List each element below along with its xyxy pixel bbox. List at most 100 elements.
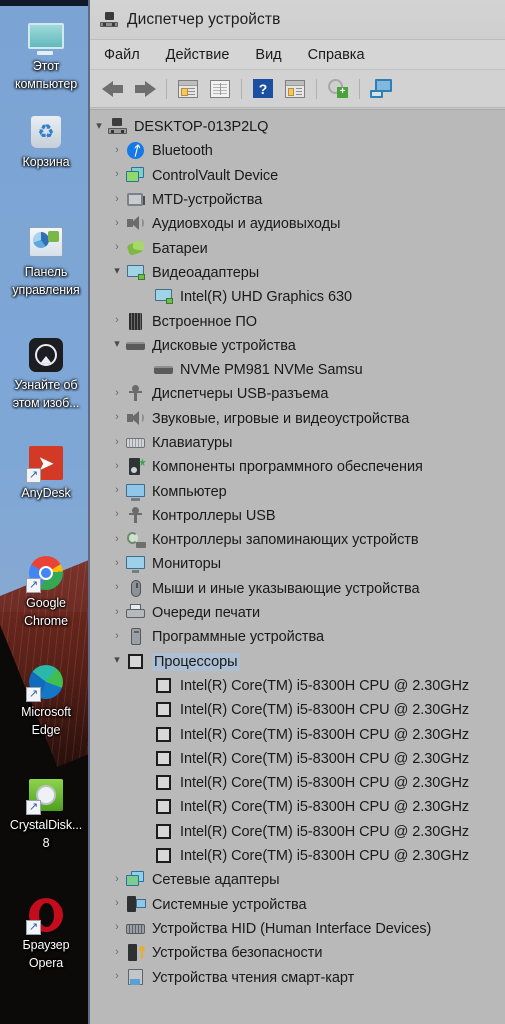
desktop-icon-google-chrome[interactable]: ↗ Google Chrome [0,553,92,629]
chevron-right-icon[interactable]: › [108,582,126,593]
tree-node[interactable]: › Устройства чтения смарт-карт [90,965,505,989]
tree-node[interactable]: › Мониторы [90,552,505,576]
menu-file[interactable]: Файл [103,45,141,65]
chevron-right-icon[interactable]: › [108,460,126,472]
tree-node-label: Intel(R) Core(TM) i5-8300H CPU @ 2.30GHz [180,775,470,792]
computer-node-icon [108,118,128,136]
menu-help[interactable]: Справка [307,45,366,65]
help-button[interactable]: ? [248,75,278,103]
chevron-right-icon[interactable]: › [108,485,126,496]
audio-icon [126,215,146,233]
crystaldisk-icon: ↗ [26,775,66,815]
chevron-right-icon[interactable]: › [108,606,126,618]
chevron-right-icon[interactable]: › [108,169,126,180]
forward-button[interactable] [130,75,160,103]
chevron-right-icon[interactable]: › [108,387,126,399]
desktop-icon-crystaldiskinfo[interactable]: ↗ CrystalDisk... 8 [0,775,92,851]
tree-node[interactable]: › Контроллеры USB [90,504,505,528]
chevron-right-icon[interactable]: › [108,144,126,156]
tree-node[interactable]: › Батареи [90,236,505,260]
chevron-right-icon[interactable]: › [108,412,126,423]
tree-node[interactable]: › MTD-устройства [90,188,505,212]
chevron-right-icon[interactable]: › [108,873,126,885]
chevron-right-icon[interactable]: › [108,971,126,982]
device-tree[interactable]: ▾ DESKTOP-013P2LQ › ᛏ Bluetooth › ControlVau… [90,109,505,1024]
tree-node[interactable]: ▾ Дисковые устройства [90,334,505,358]
tree-node-label: Сетевые адаптеры [152,872,280,889]
show-hide-console-tree-button[interactable] [173,75,203,103]
chevron-right-icon[interactable]: › [108,533,126,545]
desktop-icon-microsoft-edge[interactable]: ↗ Microsoft Edge [0,662,92,738]
desktop-icon-opera[interactable]: ↗ Браузер Opera [0,895,92,971]
desktop-icon-control-panel[interactable]: Панель управления [0,222,92,298]
tree-node[interactable]: › ControlVault Device [90,164,505,188]
chevron-down-icon[interactable]: ▾ [108,339,126,350]
tree-node[interactable]: › Устройства безопасности [90,941,505,965]
back-button[interactable] [98,75,128,103]
tree-node[interactable]: Intel(R) Core(TM) i5-8300H CPU @ 2.30GHz [90,674,505,698]
menu-view[interactable]: Вид [254,45,282,65]
tree-node[interactable]: › Клавиатуры [90,431,505,455]
tree-node[interactable]: › ᛏ Bluetooth [90,139,505,163]
tree-node[interactable]: Intel(R) Core(TM) i5-8300H CPU @ 2.30GHz [90,844,505,868]
show-hide-action-pane-button[interactable] [205,75,235,103]
chevron-down-icon[interactable]: ▾ [108,655,126,666]
chevron-right-icon[interactable]: › [108,217,126,229]
tree-node[interactable]: Intel(R) Core(TM) i5-8300H CPU @ 2.30GHz [90,747,505,771]
tree-node[interactable]: NVMe PM981 NVMe Samsu [90,358,505,382]
chevron-right-icon[interactable]: › [108,630,126,642]
desktop-icon-this-pc[interactable]: Этот компьютер [0,16,92,92]
chevron-right-icon[interactable]: › [108,242,126,253]
chevron-right-icon[interactable]: › [108,557,126,569]
update-driver-button[interactable]: + [323,75,353,103]
desktop-icon-label: компьютер [14,77,78,91]
recycle-bin-icon: ♻ [26,112,66,152]
tree-node[interactable]: ▾ Процессоры [90,650,505,674]
firmware-icon [126,312,146,331]
desktop-icon-photos[interactable]: Узнайте об этом изоб... [0,335,92,411]
tree-node[interactable]: › Сетевые адаптеры [90,868,505,892]
tree-node[interactable]: Intel(R) Core(TM) i5-8300H CPU @ 2.30GHz [90,795,505,819]
tree-node[interactable]: Intel(R) UHD Graphics 630 [90,285,505,309]
menu-action[interactable]: Действие [165,45,231,65]
security-device-icon [126,944,146,962]
tree-node[interactable]: Intel(R) Core(TM) i5-8300H CPU @ 2.30GHz [90,698,505,722]
chevron-right-icon[interactable]: › [108,509,126,520]
tree-node[interactable]: › Системные устройства [90,893,505,917]
tree-node[interactable]: Intel(R) Core(TM) i5-8300H CPU @ 2.30GHz [90,820,505,844]
tree-node[interactable]: › Звуковые, игровые и видеоустройства [90,407,505,431]
tree-node-label: Intel(R) Core(TM) i5-8300H CPU @ 2.30GHz [180,799,470,816]
monitor-icon [126,555,146,574]
tree-node-label: Звуковые, игровые и видеоустройства [152,410,410,427]
tree-node[interactable]: Intel(R) Core(TM) i5-8300H CPU @ 2.30GHz [90,722,505,746]
tree-node[interactable]: › Компоненты программного обеспечения [90,455,505,479]
tree-node[interactable]: › Мыши и иные указывающие устройства [90,577,505,601]
scan-hardware-changes-button[interactable] [366,75,396,103]
chevron-right-icon[interactable]: › [108,193,126,205]
chevron-right-icon[interactable]: › [108,898,126,909]
battery-icon [126,239,146,258]
chevron-right-icon[interactable]: › [108,922,126,933]
chevron-down-icon[interactable]: ▾ [108,266,126,277]
chevron-down-icon[interactable]: ▾ [90,120,108,132]
tree-node[interactable]: › Встроенное ПО [90,309,505,333]
tree-node[interactable]: › Устройства HID (Human Interface Devices… [90,917,505,941]
tree-node[interactable]: › Программные устройства [90,625,505,649]
desktop-icon-recycle-bin[interactable]: ♻ Корзина [0,112,92,170]
chevron-right-icon[interactable]: › [108,436,126,448]
tree-node[interactable]: › Диспетчеры USB-разъема [90,382,505,406]
tree-node[interactable]: › Аудиовходы и аудиовыходы [90,212,505,236]
desktop-icon-anydesk[interactable]: ➤ ↗ AnyDesk [0,443,92,501]
tree-node[interactable]: › Очереди печати [90,601,505,625]
tree-root-node[interactable]: ▾ DESKTOP-013P2LQ [90,115,505,139]
photos-icon [26,335,66,375]
tree-node[interactable]: Intel(R) Core(TM) i5-8300H CPU @ 2.30GHz [90,771,505,795]
tree-node[interactable]: › Контроллеры запоминающих устройств [90,528,505,552]
tree-node[interactable]: › Компьютер [90,479,505,503]
properties-button[interactable] [280,75,310,103]
tree-node-label: Intel(R) Core(TM) i5-8300H CPU @ 2.30GHz [180,848,470,865]
window-titlebar[interactable]: Диспетчер устройств [90,0,505,40]
tree-node[interactable]: ▾ Видеоадаптеры [90,261,505,285]
chevron-right-icon[interactable]: › [108,315,126,326]
chevron-right-icon[interactable]: › [108,946,126,958]
